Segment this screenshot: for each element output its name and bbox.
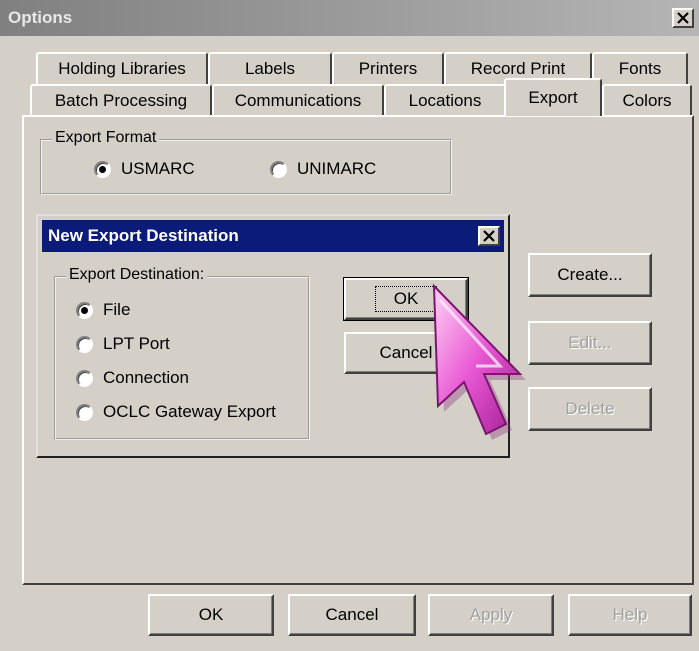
dialog-title: New Export Destination xyxy=(48,226,239,245)
radio-lpt-port[interactable]: LPT Port xyxy=(76,334,170,354)
radio-indicator xyxy=(76,369,93,387)
ok-button[interactable]: OK xyxy=(148,594,274,636)
radio-file-label: File xyxy=(103,300,131,319)
radio-lpt-port-label: LPT Port xyxy=(103,334,170,353)
tab-colors[interactable]: Colors xyxy=(602,84,692,116)
dialog-close-button[interactable] xyxy=(478,226,500,246)
radio-connection-label: Connection xyxy=(103,368,190,387)
radio-oclc-gateway-export[interactable]: OCLC Gateway Export xyxy=(76,402,276,422)
radio-indicator xyxy=(94,160,111,178)
close-icon xyxy=(677,12,689,24)
cancel-button[interactable]: Cancel xyxy=(288,594,416,636)
tab-fonts[interactable]: Fonts xyxy=(592,52,688,84)
tab-export[interactable]: Export xyxy=(504,78,602,116)
tab-communications[interactable]: Communications xyxy=(212,84,384,116)
tab-labels[interactable]: Labels xyxy=(208,52,332,84)
mouse-pointer-icon xyxy=(432,283,526,440)
export-destination-label: Export Destination: xyxy=(66,266,208,284)
create-button[interactable]: Create... xyxy=(528,253,652,297)
tab-locations[interactable]: Locations xyxy=(384,84,506,116)
delete-button[interactable]: Delete xyxy=(528,387,652,431)
radio-usmarc[interactable]: USMARC xyxy=(94,159,195,179)
close-icon xyxy=(483,230,495,242)
export-destination-group: Export Destination: File LPT Port Connec… xyxy=(54,266,310,440)
window-title: Options xyxy=(8,8,73,27)
radio-indicator xyxy=(76,403,93,421)
radio-indicator xyxy=(76,301,93,319)
tab-printers[interactable]: Printers xyxy=(332,52,444,84)
export-format-label: Export Format xyxy=(52,129,160,147)
apply-button[interactable]: Apply xyxy=(428,594,554,636)
tab-batch-processing[interactable]: Batch Processing xyxy=(30,84,212,116)
edit-button[interactable]: Edit... xyxy=(528,321,652,365)
tab-holding-libraries[interactable]: Holding Libraries xyxy=(36,52,208,84)
radio-unimarc[interactable]: UNIMARC xyxy=(270,159,376,179)
radio-oclc-label: OCLC Gateway Export xyxy=(103,402,276,421)
radio-usmarc-label: USMARC xyxy=(121,159,195,178)
dialog-titlebar[interactable]: New Export Destination xyxy=(42,220,504,252)
radio-indicator xyxy=(76,335,93,353)
window-titlebar[interactable]: Options xyxy=(0,0,699,36)
radio-unimarc-label: UNIMARC xyxy=(297,159,377,178)
window-close-button[interactable] xyxy=(672,8,694,28)
radio-connection[interactable]: Connection xyxy=(76,368,189,388)
export-format-group: Export Format USMARC UNIMARC xyxy=(40,129,452,195)
help-button[interactable]: Help xyxy=(568,594,692,636)
radio-indicator xyxy=(270,160,287,178)
radio-file[interactable]: File xyxy=(76,300,130,320)
